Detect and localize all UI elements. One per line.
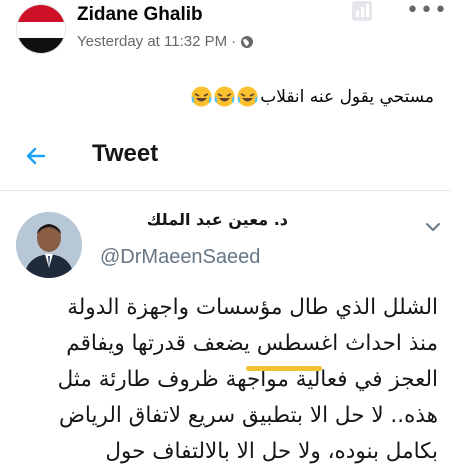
tweet-line: هذه.. لا حل الا بتطبيق سريع لاتفاق الريا… [58, 403, 438, 428]
author-name[interactable]: Zidane Ghalib [77, 4, 203, 26]
divider [0, 190, 450, 191]
tweet-author-avatar[interactable] [16, 212, 82, 278]
chevron-down-icon[interactable] [425, 218, 441, 231]
post-caption: مستحي يقول عنه انقلاب [191, 86, 434, 107]
tweet-header-title: Tweet [92, 140, 159, 167]
tweet-body: الشلل الذي طال مؤسسات واجهزة الدولة منذ … [14, 290, 438, 470]
highlight-underline [246, 366, 322, 371]
meta-separator: · [231, 33, 237, 50]
post-timestamp[interactable]: Yesterday at 11:32 PM [77, 33, 227, 50]
post-header: Zidane Ghalib Yesterday at 11:32 PM · ••… [0, 0, 450, 64]
tweet-line: بكامل بنوده، ولا حل الا بالالتفاف حول [105, 439, 438, 464]
arrow-left-icon[interactable] [24, 144, 48, 168]
more-options-icon[interactable]: ••• [406, 0, 448, 22]
laughing-emoji-icon [214, 86, 235, 107]
globe-icon [240, 35, 254, 49]
caption-text: مستحي يقول عنه انقلاب [260, 86, 434, 107]
post-meta: Yesterday at 11:32 PM · [77, 33, 254, 50]
tweet-author-handle[interactable]: @DrMaeenSaeed [100, 246, 260, 269]
tweet-line: العجز في فعالية مواجهة ظروف طارئة مثل [57, 367, 438, 392]
tweet-line: منذ احداث اغسطس يضعف قدرتها ويفاقم [66, 331, 438, 356]
author-avatar[interactable] [16, 4, 66, 54]
laughing-emoji-icon [191, 86, 212, 107]
tweet-topbar: Tweet [0, 138, 450, 178]
facebook-post: Zidane Ghalib Yesterday at 11:32 PM · ••… [0, 0, 450, 473]
tweet-author-name[interactable]: د. معين عبد الملك [147, 210, 288, 229]
tweet-line: الشلل الذي طال مؤسسات واجهزة الدولة [67, 295, 438, 320]
insights-icon[interactable] [351, 0, 373, 22]
laughing-emoji-icon [237, 86, 258, 107]
